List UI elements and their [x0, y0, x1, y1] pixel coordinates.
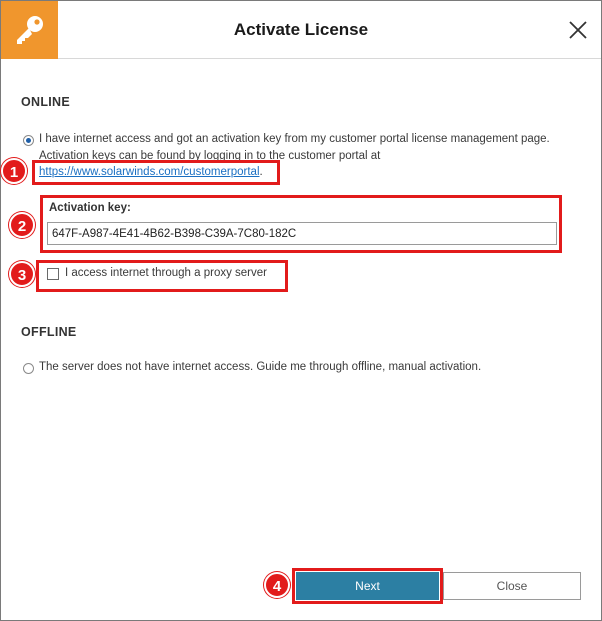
callout-badge-3: 3 [9, 261, 35, 287]
callout-badge-2: 2 [9, 212, 35, 238]
activation-key-label: Activation key: [49, 202, 131, 214]
link-suffix: . [259, 166, 263, 178]
portal-link-line: https://www.solarwinds.com/customerporta… [39, 166, 263, 178]
offline-heading: OFFLINE [21, 325, 77, 339]
activation-key-input[interactable] [47, 222, 557, 245]
customer-portal-link[interactable]: https://www.solarwinds.com/customerporta… [39, 166, 260, 178]
next-button[interactable]: Next [296, 572, 439, 600]
offline-option-label: The server does not have internet access… [39, 361, 482, 373]
dialog-title: Activate License [233, 20, 369, 39]
callout-badge-1: 1 [1, 158, 27, 184]
online-option-label: I have internet access and got an activa… [39, 133, 550, 145]
activate-license-dialog: Activate License ONLINE I have internet … [0, 0, 602, 621]
close-icon[interactable] [566, 18, 590, 42]
online-heading: ONLINE [21, 95, 71, 109]
callout-badge-4: 4 [264, 572, 290, 598]
close-button[interactable]: Close [443, 572, 581, 600]
online-radio[interactable] [23, 135, 34, 146]
proxy-label: I access internet through a proxy server [65, 267, 267, 279]
online-option-hint: Activation keys can be found by logging … [39, 150, 381, 162]
proxy-checkbox[interactable] [47, 268, 59, 280]
title-bar: Activate License [1, 1, 601, 59]
offline-radio[interactable] [23, 363, 34, 374]
